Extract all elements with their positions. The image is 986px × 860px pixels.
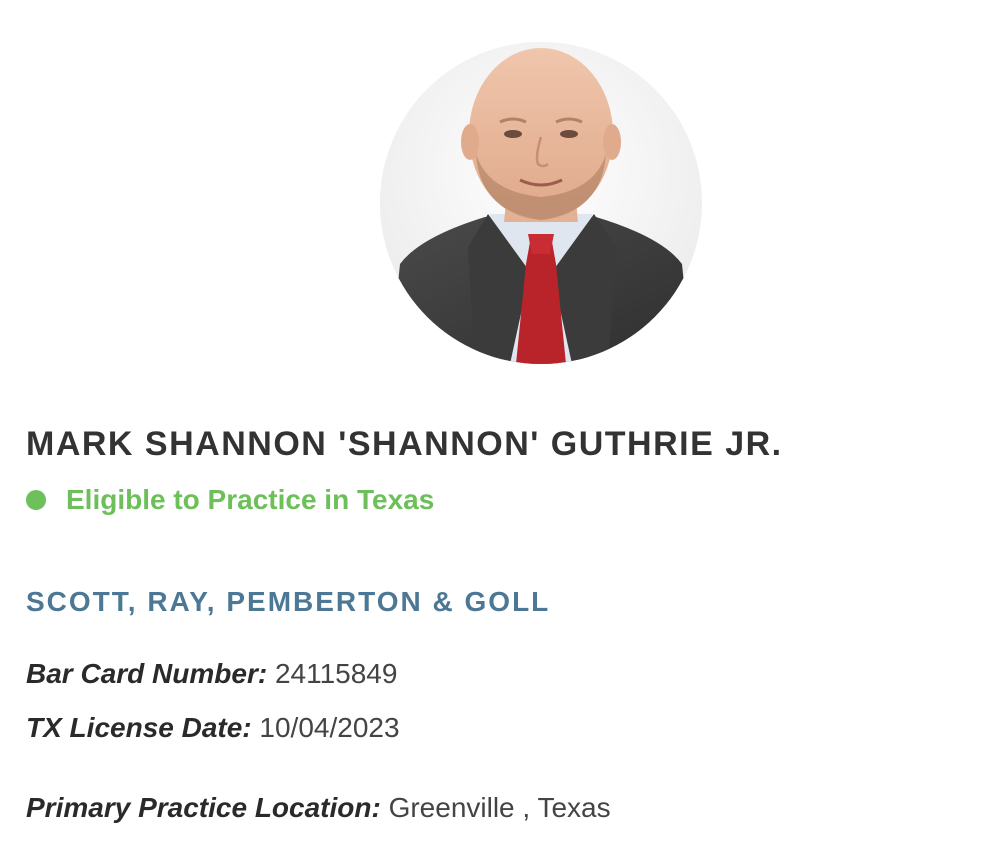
license-date-value: 10/04/2023 — [259, 712, 400, 743]
status-dot-icon — [26, 490, 46, 510]
portrait-image — [380, 42, 702, 364]
bar-card-label: Bar Card Number: — [26, 658, 275, 689]
bar-card-row: Bar Card Number: 24115849 — [26, 658, 397, 690]
practice-location-row: Primary Practice Location: Greenville , … — [26, 792, 611, 824]
practice-location-value: Greenville , Texas — [388, 792, 611, 823]
license-date-row: TX License Date: 10/04/2023 — [26, 712, 400, 744]
firm-name[interactable]: SCOTT, RAY, PEMBERTON & GOLL — [26, 586, 550, 618]
license-date-label: TX License Date: — [26, 712, 260, 743]
attorney-name: MARK SHANNON 'SHANNON' GUTHRIE JR. — [26, 425, 783, 463]
bar-card-value: 24115849 — [274, 658, 398, 689]
practice-location-label: Primary Practice Location: — [26, 792, 389, 823]
attorney-photo — [380, 42, 702, 364]
status-text: Eligible to Practice in Texas — [66, 484, 435, 515]
eligibility-status: Eligible to Practice in Texas — [26, 484, 434, 516]
